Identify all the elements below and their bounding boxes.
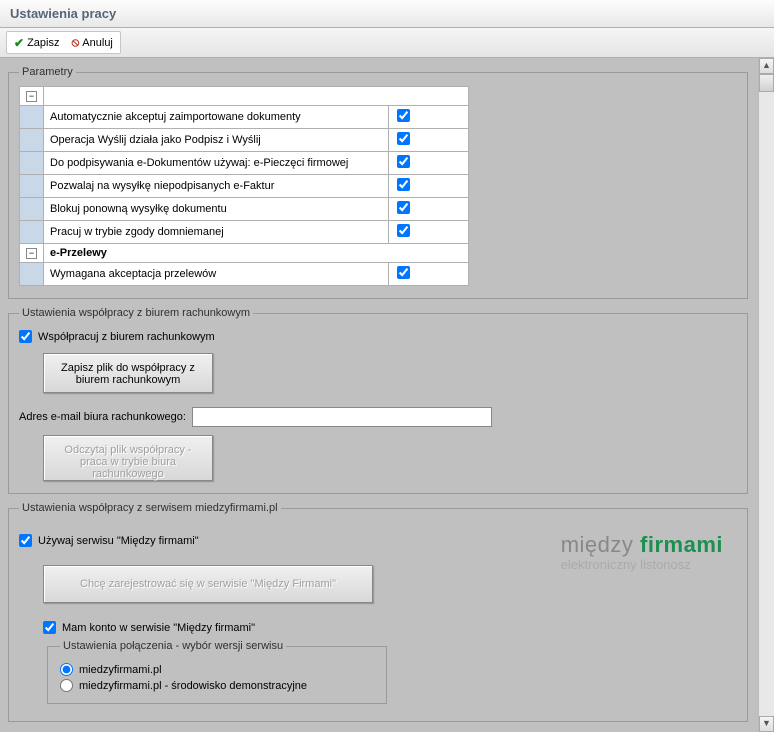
scroll-up-button[interactable]: ▲ (759, 58, 774, 74)
save-button-label: Zapisz (27, 37, 59, 49)
param-checkbox[interactable] (397, 178, 410, 191)
cooperate-label: Współpracuj z biurem rachunkowym (38, 331, 215, 343)
mf-logo: między firmami elektroniczny listonosz (561, 532, 723, 572)
collapse-icon[interactable]: − (26, 91, 37, 102)
scroll-down-button[interactable]: ▼ (759, 716, 774, 732)
mf-legend: Ustawienia współpracy z serwisem miedzyf… (19, 502, 281, 514)
table-row: Do podpisywania e-Dokumentów używaj: e-P… (20, 152, 469, 175)
connection-legend: Ustawienia połączenia - wybór wersji ser… (60, 640, 286, 652)
conn-opt1-label: miedzyfirmami.pl (79, 664, 162, 676)
content-area: Parametry − Automatycznie akceptuj zaimp… (0, 58, 758, 732)
toolbar: ✔ Zapisz ⦸ Anuluj (0, 28, 774, 58)
logo-word1: między (561, 532, 634, 557)
use-service-checkbox[interactable] (19, 534, 32, 547)
param-label: Pracuj w trybie zgody domniemanej (44, 221, 389, 244)
table-row: Automatycznie akceptuj zaimportowane dok… (20, 106, 469, 129)
table-row: Pracuj w trybie zgody domniemanej (20, 221, 469, 244)
connection-group: Ustawienia połączenia - wybór wersji ser… (47, 640, 387, 704)
accounting-legend: Ustawienia współpracy z biurem rachunkow… (19, 307, 253, 319)
cancel-icon: ⦸ (71, 35, 79, 50)
vertical-scrollbar[interactable]: ▲ ▼ (758, 58, 774, 732)
have-account-label: Mam konto w serwisie "Między firmami" (62, 622, 255, 634)
table-row: Wymagana akceptacja przelewów (20, 263, 469, 286)
email-field[interactable] (192, 407, 492, 427)
conn-opt2-radio[interactable] (60, 679, 73, 692)
use-service-label: Używaj serwisu "Między firmami" (38, 535, 199, 547)
param-label: Do podpisywania e-Dokumentów używaj: e-P… (44, 152, 389, 175)
cancel-button-label: Anuluj (82, 37, 113, 49)
logo-word2: firmami (640, 532, 723, 557)
accounting-group: Ustawienia współpracy z biurem rachunkow… (8, 307, 748, 494)
table-row: Pozwalaj na wysyłkę niepodpisanych e-Fak… (20, 175, 469, 198)
conn-opt2-label: miedzyfirmami.pl - środowisko demonstrac… (79, 680, 307, 692)
cancel-button[interactable]: ⦸ Anuluj (65, 33, 118, 52)
param-label: Operacja Wyślij działa jako Podpisz i Wy… (44, 129, 389, 152)
param-label: Blokuj ponowną wysyłkę dokumentu (44, 198, 389, 221)
param-label: Pozwalaj na wysyłkę niepodpisanych e-Fak… (44, 175, 389, 198)
collapse-icon[interactable]: − (26, 248, 37, 259)
register-button: Chcę zarejestrować się w serwisie "Międz… (43, 565, 373, 603)
email-label: Adres e-mail biura rachunkowego: (19, 411, 186, 423)
param-label: Automatycznie akceptuj zaimportowane dok… (44, 106, 389, 129)
table-row: Operacja Wyślij działa jako Podpisz i Wy… (20, 129, 469, 152)
table-row: − (20, 87, 469, 106)
check-icon: ✔ (14, 36, 24, 50)
mf-group: Ustawienia współpracy z serwisem miedzyf… (8, 502, 748, 722)
read-file-button: Odczytaj plik współpracy - praca w trybi… (43, 435, 213, 481)
param-checkbox[interactable] (397, 224, 410, 237)
param-checkbox[interactable] (397, 109, 410, 122)
param-checkbox[interactable] (397, 132, 410, 145)
conn-opt1-radio[interactable] (60, 663, 73, 676)
param-checkbox[interactable] (397, 201, 410, 214)
table-row: Blokuj ponowną wysyłkę dokumentu (20, 198, 469, 221)
table-row: − e-Przelewy (20, 244, 469, 263)
scroll-thumb[interactable] (759, 74, 774, 92)
toolbar-group: ✔ Zapisz ⦸ Anuluj (6, 31, 121, 54)
param-checkbox[interactable] (397, 155, 410, 168)
logo-sub: elektroniczny listonosz (561, 557, 723, 572)
section-title: e-Przelewy (44, 244, 469, 263)
parameters-table: − Automatycznie akceptuj zaimportowane d… (19, 86, 469, 286)
save-button[interactable]: ✔ Zapisz (8, 33, 65, 52)
parameters-group: Parametry − Automatycznie akceptuj zaimp… (8, 66, 748, 299)
save-file-button[interactable]: Zapisz plik do współpracy z biurem rachu… (43, 353, 213, 393)
param-checkbox[interactable] (397, 266, 410, 279)
have-account-checkbox[interactable] (43, 621, 56, 634)
parameters-legend: Parametry (19, 66, 76, 78)
cooperate-checkbox[interactable] (19, 330, 32, 343)
window-title: Ustawienia pracy (0, 0, 774, 28)
param-label: Wymagana akceptacja przelewów (44, 263, 389, 286)
